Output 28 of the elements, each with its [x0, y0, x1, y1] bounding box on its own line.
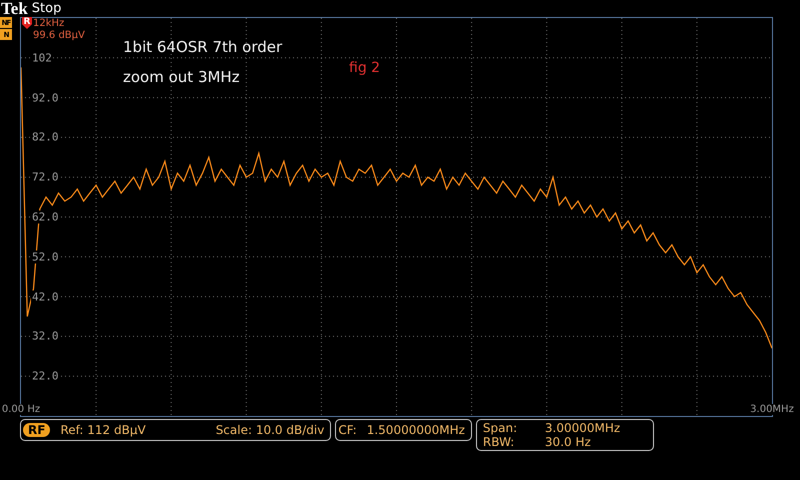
y-axis-label: 72.0 [31, 170, 60, 184]
marker-amplitude: 99.6 dBµV [33, 30, 85, 41]
span-value: 3.00000MHz [544, 421, 622, 435]
scale-readout: Scale: 10.0 dB/div [216, 423, 324, 437]
y-axis-label: 82.0 [31, 130, 60, 144]
y-axis-label: 52.0 [31, 250, 60, 264]
y-axis-label: 22.0 [31, 370, 60, 383]
marker-flag: R [22, 17, 32, 29]
y-axis-label: 32.0 [31, 330, 60, 343]
figure-label: fig 2 [349, 60, 380, 76]
source-badge: RF [23, 423, 50, 437]
y-axis-label: 102 [31, 51, 53, 64]
brand-logo: Tek [1, 0, 28, 17]
acquisition-state: Stop [32, 1, 62, 16]
cf-label: CF: [338, 423, 357, 437]
y-axis-label: 92.0 [31, 91, 60, 104]
cf-value: 1.50000000MHz [366, 423, 465, 437]
y-axis-label: 42.0 [31, 290, 60, 304]
rbw-value: 30.0 Hz [544, 435, 592, 449]
reference-level: Ref: 112 dBµV [60, 423, 146, 437]
annotation-text: 1bit 64OSR 7th order [123, 38, 282, 56]
span-label: Span: [482, 421, 518, 435]
x-axis-label: 3.00MHz [748, 404, 796, 415]
x-axis-label: 0.00 Hz [0, 404, 42, 415]
y-axis-label: 62.0 [31, 210, 60, 224]
rbw-label: RBW: [482, 435, 516, 449]
annotation-text: zoom out 3MHz [123, 68, 240, 86]
marker-frequency: 12kHz [33, 18, 64, 29]
